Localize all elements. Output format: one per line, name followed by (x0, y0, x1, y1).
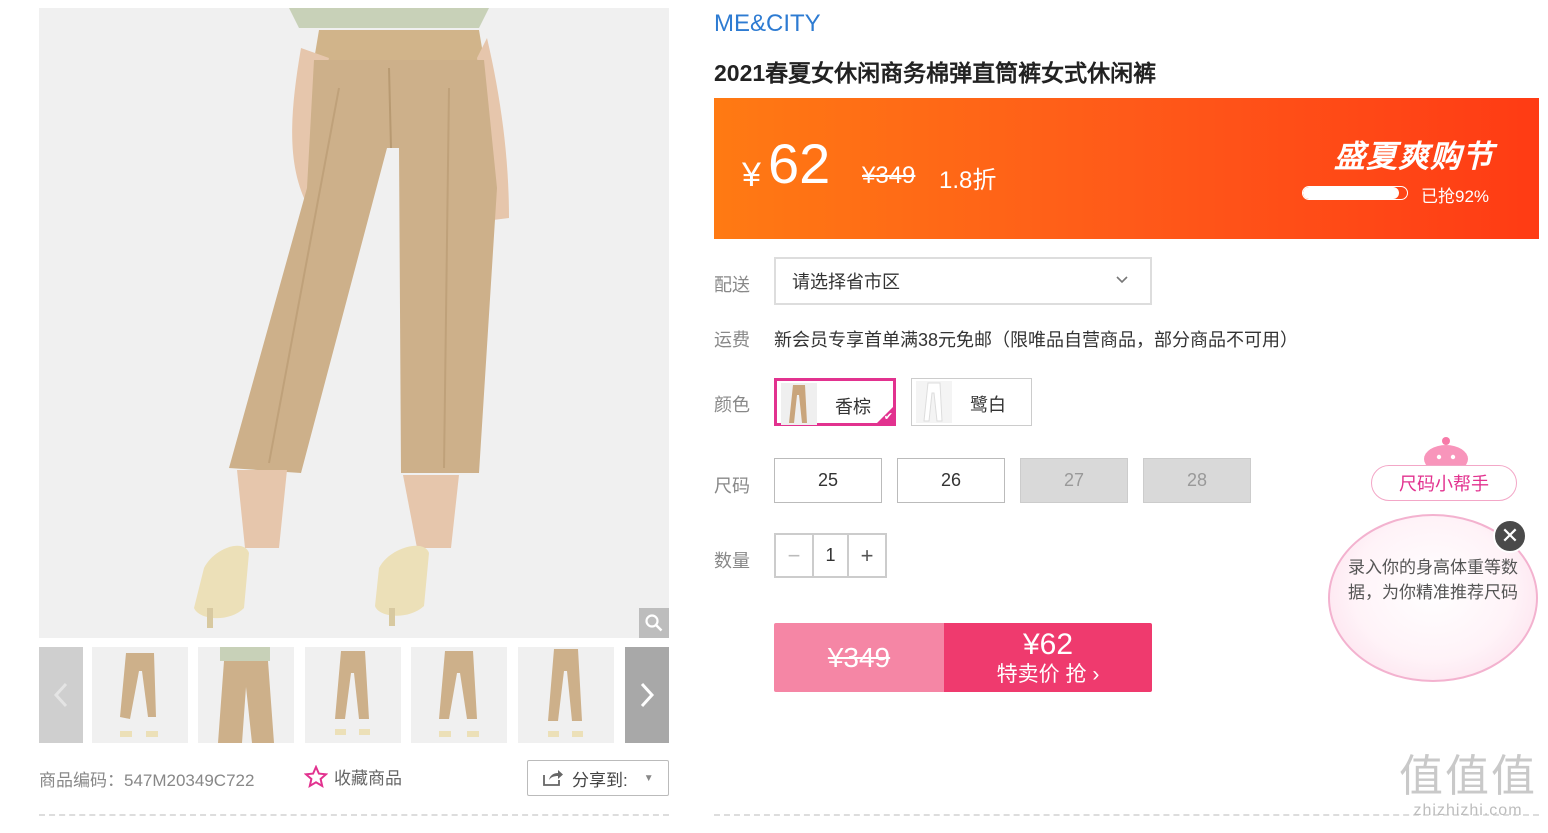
thumbnail-5[interactable] (518, 647, 614, 743)
size-helper-button[interactable]: 尺码小帮手 (1371, 465, 1517, 501)
chevron-right-icon (640, 682, 655, 708)
discount-badge: 1.8折 (939, 167, 997, 194)
watermark-domain: zhizhizhi.com (1413, 802, 1523, 819)
magnifier-icon (645, 614, 663, 632)
close-icon[interactable]: ✕ (1493, 519, 1527, 553)
site-watermark: 值值值 zhizhizhi.com (1398, 752, 1538, 820)
sold-progress-text: 已抢92% (1421, 187, 1490, 206)
share-icon (543, 770, 563, 786)
thumbnail-2[interactable] (198, 647, 294, 743)
product-code: 商品编码：547M20349C722 (39, 771, 255, 790)
delivery-label: 配送 (714, 275, 750, 295)
size-option-27: 27 (1020, 458, 1128, 503)
color-option-label: 鹭白 (970, 395, 1006, 415)
checkmark-icon: ✔ (883, 411, 893, 423)
quantity-label: 数量 (714, 551, 750, 571)
sold-progress-bar (1302, 186, 1408, 200)
thumbnail-4[interactable] (411, 647, 507, 743)
zoom-button[interactable] (639, 608, 669, 638)
current-price: 62 (768, 132, 831, 195)
currency-symbol: ¥ (742, 156, 761, 194)
watermark-logo: 值值值 (1399, 752, 1537, 801)
size-helper-text: 录入你的身高体重等数据，为你精准推荐尺码 (1348, 558, 1518, 602)
thumbnail-prev-button[interactable] (39, 647, 83, 743)
size-label: 尺码 (714, 476, 750, 496)
quantity-input[interactable]: 1 (812, 535, 849, 576)
quantity-stepper: − 1 + (774, 533, 887, 578)
buy-bar[interactable]: ¥349 ¥62 特卖价 抢 › (774, 623, 1152, 692)
left-divider (39, 814, 669, 816)
thumbnail-1[interactable] (92, 647, 188, 743)
buy-original-price: ¥349 (774, 623, 944, 692)
region-select-value: 请选择省市区 (792, 272, 900, 292)
thumbnail-3[interactable] (305, 647, 401, 743)
color-swatch-brown (781, 383, 817, 425)
color-label: 颜色 (714, 395, 750, 415)
color-swatch-white (916, 381, 952, 423)
quantity-increase-button[interactable]: + (849, 535, 885, 576)
product-meta-row: 商品编码：547M20349C722 收藏商品 分享到: ▼ (39, 760, 669, 796)
share-label: 分享到: (572, 770, 628, 790)
chevron-down-icon (1116, 276, 1128, 284)
event-name: 盛夏爽购节 (1334, 139, 1494, 174)
star-icon (304, 764, 328, 788)
buy-cta-label: 特卖价 抢 › (996, 662, 1100, 686)
chevron-left-icon (53, 682, 68, 708)
product-main-image[interactable] (39, 8, 669, 638)
original-price: ¥349 (862, 162, 916, 189)
favorite-button[interactable]: 收藏商品 (304, 764, 402, 789)
size-option-26[interactable]: 26 (897, 458, 1005, 503)
sold-progress-fill (1303, 187, 1399, 199)
size-option-28: 28 (1143, 458, 1251, 503)
buy-now-button[interactable]: ¥62 特卖价 抢 › (944, 623, 1152, 692)
shipping-label: 运费 (714, 330, 750, 350)
color-option-label: 香棕 (835, 397, 871, 417)
buy-sale-price: ¥62 (1022, 627, 1074, 661)
product-title: 2021春夏女休闲商务棉弹直筒裤女式休闲裤 (714, 60, 1157, 86)
color-option-white[interactable]: 鹭白 (911, 378, 1032, 426)
share-button[interactable]: 分享到: ▼ (527, 760, 669, 796)
favorite-label: 收藏商品 (334, 769, 402, 788)
thumbnail-next-button[interactable] (625, 647, 669, 743)
color-option-brown[interactable]: 香棕 ✔ (774, 378, 896, 426)
price-banner: ¥ 62 ¥349 1.8折 盛夏爽购节 已抢92% (714, 98, 1539, 239)
region-select[interactable]: 请选择省市区 (774, 257, 1152, 305)
thumbnail-strip (39, 647, 669, 743)
brand-link[interactable]: ME&CITY (714, 10, 821, 38)
size-option-25[interactable]: 25 (774, 458, 882, 503)
shipping-info: 新会员专享首单满38元免邮（限唯品自营商品，部分商品不可用） (774, 330, 1299, 350)
caret-down-icon: ▼ (643, 772, 654, 784)
quantity-decrease-button[interactable]: − (776, 535, 812, 576)
